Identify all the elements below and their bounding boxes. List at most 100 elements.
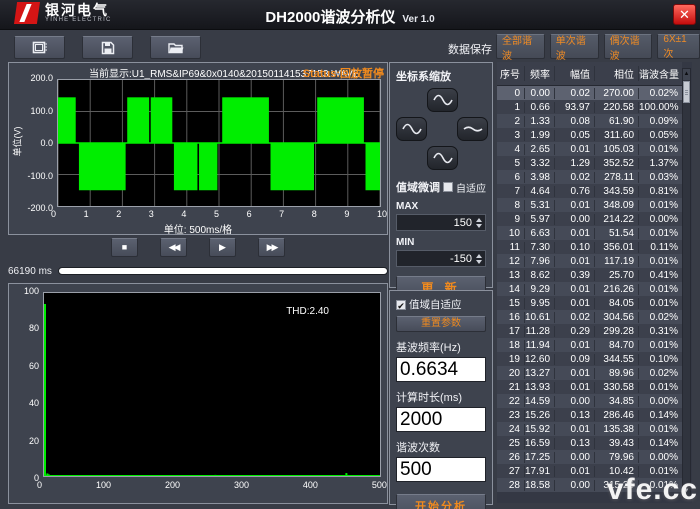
tab-odd-harmonics[interactable]: 单次谐波 <box>550 34 599 59</box>
adaptive-checkbox-label: 自适应 <box>456 180 486 195</box>
save-button[interactable] <box>82 36 133 59</box>
zoom-amplitude-in-button[interactable] <box>427 88 458 112</box>
table-row[interactable]: 2315.260.13286.460.14% <box>497 408 682 422</box>
start-analysis-button[interactable]: 开始分析 <box>396 494 486 509</box>
table-cell: 6.63 <box>525 228 555 239</box>
table-cell: 0.11% <box>639 242 682 253</box>
table-cell: 0.00 <box>525 88 555 99</box>
zoom-time-out-button[interactable] <box>396 117 427 141</box>
table-scrollbar[interactable]: ▲ ▼ <box>682 68 691 498</box>
table-row[interactable]: 95.970.00214.220.00% <box>497 212 682 226</box>
spin-down-icon[interactable] <box>476 260 482 264</box>
thd-value-label: THD:2.40 <box>286 306 329 317</box>
scrollbar-thumb[interactable] <box>683 81 690 103</box>
table-cell: 356.01 <box>595 242 639 253</box>
harmonic-tabstrip: 全部谐波 单次谐波 偶次谐波 6X±1次 <box>496 34 700 59</box>
play-button[interactable]: ▶ <box>209 238 236 257</box>
table-cell: 135.38 <box>595 424 639 435</box>
table-cell: 39.43 <box>595 438 639 449</box>
table-row[interactable]: 63.980.02278.110.03% <box>497 170 682 184</box>
table-row[interactable]: 1610.610.02304.560.02% <box>497 310 682 324</box>
table-cell: 0.00% <box>639 452 682 463</box>
zoom-time-in-button[interactable] <box>457 117 488 141</box>
fundamental-freq-input[interactable]: 0.6634 <box>396 357 486 382</box>
fast-forward-button[interactable]: ▶▶ <box>258 238 285 257</box>
zoom-amplitude-out-button[interactable] <box>427 146 458 170</box>
table-row[interactable]: 149.290.01216.260.01% <box>497 282 682 296</box>
table-cell: 9.95 <box>525 298 555 309</box>
table-cell: 0.01% <box>639 298 682 309</box>
table-cell: 344.55 <box>595 354 639 365</box>
tab-all-harmonics[interactable]: 全部谐波 <box>496 34 545 59</box>
tab-even-harmonics[interactable]: 偶次谐波 <box>604 34 653 59</box>
table-row[interactable]: 1711.280.29299.280.31% <box>497 324 682 338</box>
table-row[interactable]: 1912.600.09344.550.10% <box>497 352 682 366</box>
table-row[interactable]: 2113.930.01330.580.01% <box>497 380 682 394</box>
max-label: MAX <box>396 201 486 212</box>
harmonic-order-input[interactable]: 500 <box>396 457 486 482</box>
table-row[interactable]: 127.960.01117.190.01% <box>497 254 682 268</box>
calc-duration-label: 计算时长(ms) <box>396 389 486 405</box>
max-spinner[interactable]: 150 <box>396 214 486 231</box>
table-row[interactable]: 106.630.0151.540.01% <box>497 226 682 240</box>
table-row[interactable]: 10.6693.97220.58100.00% <box>497 100 682 114</box>
table-row[interactable]: 138.620.3925.700.41% <box>497 268 682 282</box>
waveform-panel: 当前显示:U1_RMS&IP69&0x0140&201501141537153.… <box>8 62 388 235</box>
table-row[interactable]: 2214.590.0034.850.00% <box>497 394 682 408</box>
table-row[interactable]: 31.990.05311.600.05% <box>497 128 682 142</box>
table-cell: 0.00% <box>639 396 682 407</box>
app-window: 银河电气 YINHE ELECTRIC DH2000谐波分析仪Ver 1.0 ✕… <box>0 0 700 509</box>
table-row[interactable]: 42.650.01105.030.01% <box>497 142 682 156</box>
table-cell: 0.01 <box>555 382 595 393</box>
min-spinner[interactable]: -150 <box>396 250 486 267</box>
table-cell: 0.02% <box>639 368 682 379</box>
harmonics-table-header: 序号 频率 幅值 相位 谐波含量 <box>497 62 682 86</box>
table-row[interactable]: 85.310.01348.090.01% <box>497 198 682 212</box>
report-button[interactable] <box>14 36 65 59</box>
spectrum-y-ticks: 100806040200 <box>13 286 39 483</box>
adaptive-checkbox[interactable] <box>443 182 453 192</box>
table-cell: 14 <box>497 284 525 295</box>
table-cell: 6 <box>497 172 525 183</box>
table-row[interactable]: 2013.270.0189.960.02% <box>497 366 682 380</box>
table-cell: 13.93 <box>525 382 555 393</box>
range-adaptive-checkbox[interactable]: ✔ <box>396 300 406 310</box>
table-row[interactable]: 2516.590.1339.430.14% <box>497 436 682 450</box>
table-row[interactable]: 2415.920.01135.380.01% <box>497 422 682 436</box>
range-adaptive-label: 值域自适应 <box>409 297 462 312</box>
stop-button[interactable]: ■ <box>111 238 138 257</box>
spectrum-x-ticks: 0100200300400500 <box>37 480 387 490</box>
table-cell: 343.59 <box>595 186 639 197</box>
table-row[interactable]: 53.321.29352.521.37% <box>497 156 682 170</box>
table-cell: 0.10% <box>639 354 682 365</box>
scroll-up-icon[interactable]: ▲ <box>683 69 690 80</box>
table-row[interactable]: 159.950.0184.050.01% <box>497 296 682 310</box>
table-row[interactable]: 21.330.0861.900.09% <box>497 114 682 128</box>
spin-up-icon[interactable] <box>476 218 482 222</box>
table-cell: 1.37% <box>639 158 682 169</box>
table-cell: 15.92 <box>525 424 555 435</box>
playback-slider[interactable] <box>58 267 388 275</box>
table-row[interactable]: 74.640.76343.590.81% <box>497 184 682 198</box>
close-button[interactable]: ✕ <box>673 4 696 25</box>
table-cell: 100.00% <box>639 102 682 113</box>
tab-6x1-harmonics[interactable]: 6X±1次 <box>657 34 700 59</box>
table-cell: 105.03 <box>595 144 639 155</box>
calc-duration-input[interactable]: 2000 <box>396 407 486 432</box>
reset-params-button[interactable]: 重置参数 <box>396 316 486 332</box>
table-row[interactable]: 1811.940.0184.700.01% <box>497 338 682 352</box>
table-cell: 348.09 <box>595 200 639 211</box>
table-row[interactable]: 2617.250.0079.960.00% <box>497 450 682 464</box>
table-cell: 0.00 <box>555 214 595 225</box>
rewind-button[interactable]: ◀◀ <box>160 238 187 257</box>
max-value: 150 <box>397 217 475 229</box>
open-button[interactable] <box>150 36 201 59</box>
table-row[interactable]: 00.000.02270.000.02% <box>497 86 682 100</box>
table-cell: 0.01% <box>639 256 682 267</box>
spin-up-icon[interactable] <box>476 254 482 258</box>
spin-down-icon[interactable] <box>476 224 482 228</box>
table-cell: 0.02 <box>555 312 595 323</box>
table-cell: 0.01% <box>639 284 682 295</box>
table-row[interactable]: 117.300.10356.010.11% <box>497 240 682 254</box>
table-cell: 79.96 <box>595 452 639 463</box>
